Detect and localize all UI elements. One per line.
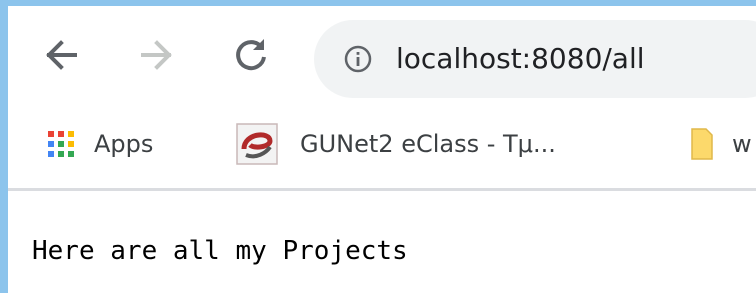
bookmark-label: Apps xyxy=(94,130,154,158)
reload-button[interactable] xyxy=(228,32,274,78)
back-button[interactable] xyxy=(38,32,84,78)
folder-icon xyxy=(691,128,713,160)
reload-icon xyxy=(236,39,266,71)
browser-toolbar: localhost:8080/all xyxy=(8,6,756,100)
address-bar[interactable]: localhost:8080/all xyxy=(314,20,756,98)
page-content: Here are all my Projects xyxy=(8,191,756,293)
bookmark-apps[interactable]: Apps xyxy=(48,118,153,170)
info-circle-icon[interactable] xyxy=(344,45,372,73)
eclass-logo-icon xyxy=(236,123,278,165)
bookmarks-bar: Apps GUNet2 eClass - Τμ... w xyxy=(8,100,756,188)
apps-grid-icon xyxy=(48,131,74,157)
bookmark-gunet2-eclass[interactable]: GUNet2 eClass - Τμ... xyxy=(236,118,556,170)
bookmark-folder[interactable]: w xyxy=(690,118,752,170)
window-frame-left xyxy=(0,0,8,293)
bookmark-label: GUNet2 eClass - Τμ... xyxy=(300,130,556,158)
url-text[interactable]: localhost:8080/all xyxy=(396,40,645,78)
bookmark-label: w xyxy=(732,130,752,158)
arrow-left-icon xyxy=(46,40,77,70)
forward-button[interactable] xyxy=(134,32,180,78)
arrow-right-icon xyxy=(141,40,172,70)
page-body-text: Here are all my Projects xyxy=(32,236,408,266)
